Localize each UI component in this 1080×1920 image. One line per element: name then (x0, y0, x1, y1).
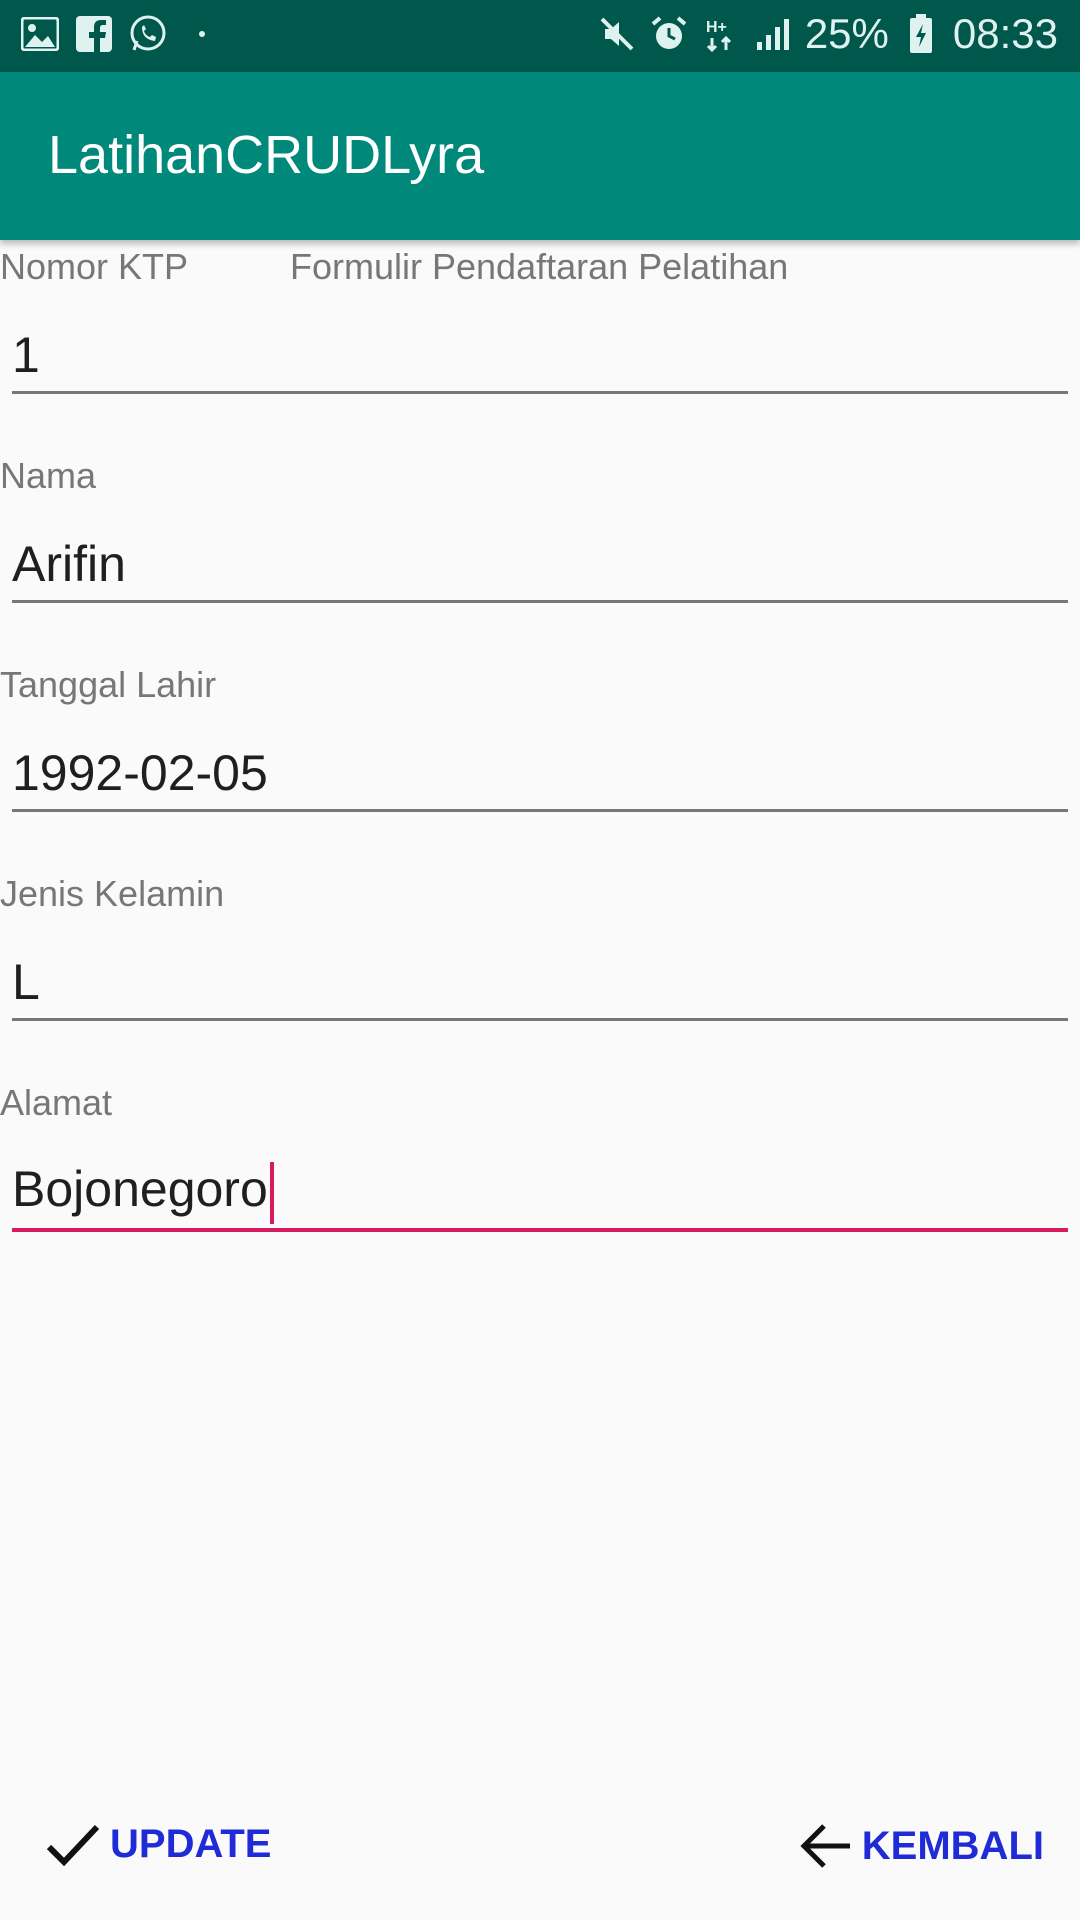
update-button[interactable]: UPDATE (46, 1822, 271, 1867)
tanggal-lahir-input[interactable]: 1992-02-05 (12, 744, 268, 802)
image-icon (20, 14, 60, 54)
kembali-label: KEMBALI (861, 1823, 1044, 1868)
app-bar: LatihanCRUDLyra (0, 72, 1080, 240)
alamat-label: Alamat (0, 1082, 113, 1123)
app-title: LatihanCRUDLyra (48, 125, 485, 185)
status-bar: H+ 25% 08:33 (0, 0, 1080, 72)
jenis-kelamin-label: Jenis Kelamin (0, 873, 225, 914)
form-title: Formulir Pendaftaran Pelatihan (290, 246, 789, 287)
data-icon: H+ (701, 14, 741, 54)
nama-input[interactable]: Arifin (12, 535, 126, 593)
update-label: UPDATE (110, 1822, 272, 1866)
nomor-ktp-underline (12, 391, 1068, 394)
status-icons-right: H+ 25% 08:33 (597, 10, 1058, 58)
jenis-kelamin-underline (12, 1018, 1068, 1021)
tanggal-lahir-label: Tanggal Lahir (0, 664, 217, 705)
arrow-left-icon (800, 1822, 852, 1870)
alamat-underline (12, 1228, 1068, 1232)
status-time: 08:33 (952, 10, 1058, 57)
nama-label: Nama (0, 455, 97, 496)
status-icons-left (20, 14, 222, 54)
whatsapp-icon (128, 14, 168, 54)
battery-icon (901, 14, 941, 54)
svg-text:H+: H+ (706, 19, 727, 36)
nomor-ktp-label: Nomor KTP (0, 246, 189, 287)
alamat-value: Bojonegoro (12, 1161, 268, 1217)
kembali-button[interactable]: KEMBALI (800, 1822, 1044, 1870)
battery-percent: 25% (804, 10, 889, 57)
text-cursor (269, 1161, 274, 1224)
signal-icon (753, 14, 793, 54)
mute-icon (597, 14, 637, 54)
tanggal-lahir-underline (12, 809, 1068, 812)
alarm-icon (649, 14, 689, 54)
nama-underline (12, 600, 1068, 603)
facebook-icon (74, 14, 114, 54)
check-icon (46, 1823, 100, 1867)
jenis-kelamin-input[interactable]: L (12, 953, 40, 1011)
alamat-input[interactable]: Bojonegoro (12, 1160, 274, 1224)
nomor-ktp-input[interactable]: 1 (12, 326, 40, 384)
dot-icon (182, 14, 222, 54)
